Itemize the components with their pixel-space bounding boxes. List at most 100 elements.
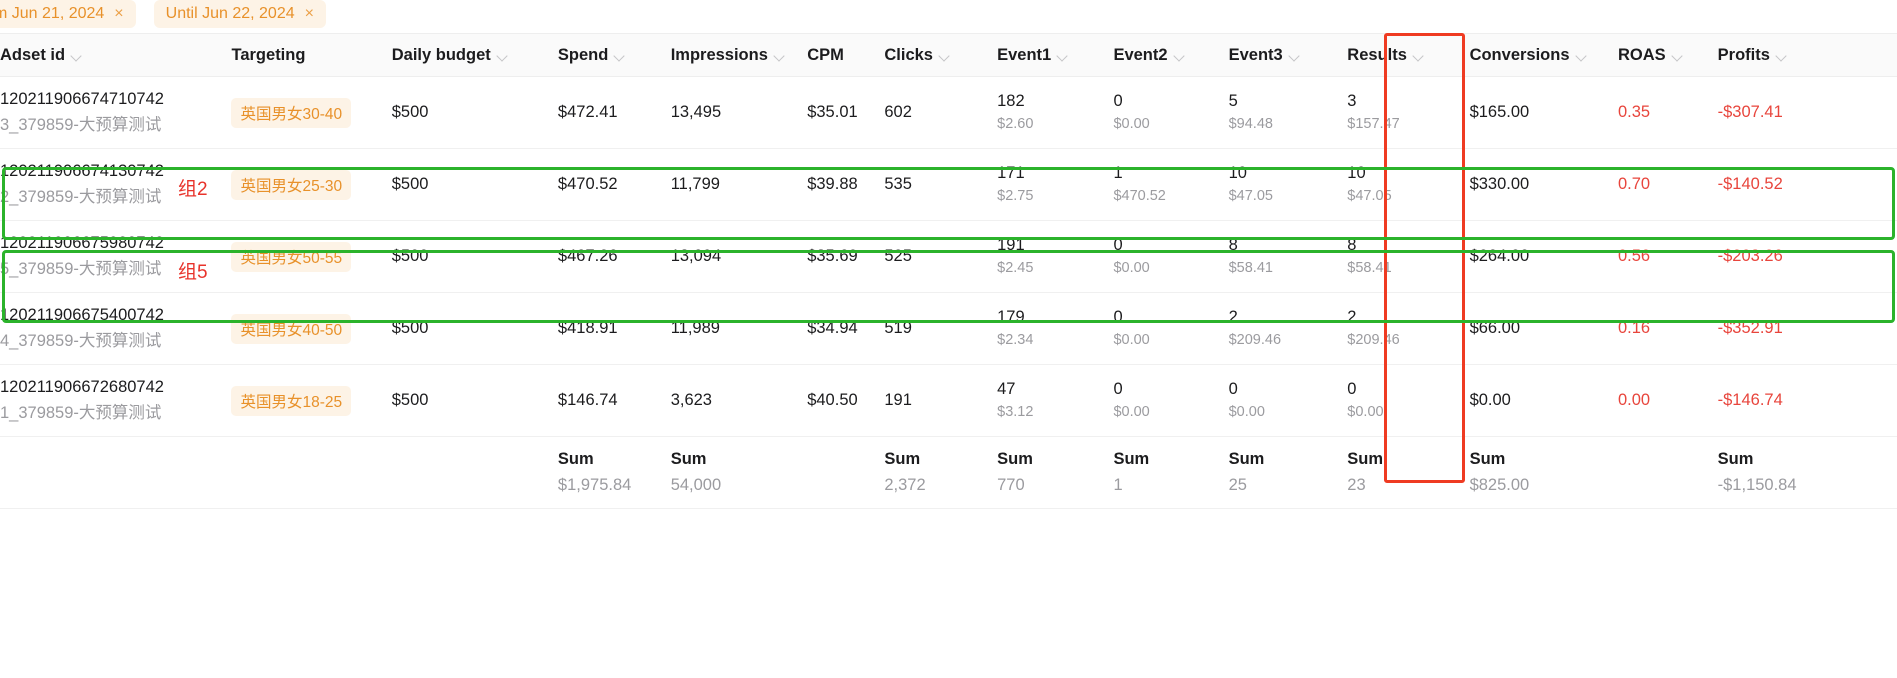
chip-from-date-label: m Jun 21, 2024 <box>0 0 104 28</box>
column-header-cpm[interactable]: CPM <box>807 34 884 77</box>
targeting-tag: 英国男女50-55 <box>231 242 351 272</box>
chevron-down-icon[interactable] <box>72 52 83 59</box>
cell-profits: -$352.91 <box>1718 293 1897 365</box>
column-header-event1[interactable]: Event1 <box>997 34 1113 77</box>
annotation-label-group5: 组5 <box>178 257 208 284</box>
column-header-spend[interactable]: Spend <box>558 34 671 77</box>
cell-event1: 47 $3.12 <box>997 365 1113 437</box>
cell-cpm: $35.01 <box>807 77 884 149</box>
cell-event3: 10 $47.05 <box>1229 149 1348 221</box>
cell-daily-budget: $500 <box>392 77 558 149</box>
cell-results: 0 $0.00 <box>1347 365 1469 437</box>
chevron-down-icon[interactable] <box>1058 52 1069 59</box>
column-header-profits[interactable]: Profits <box>1718 34 1897 77</box>
cell-adset-id: 120211906675400742 4_379859-大预算测试 <box>0 293 231 365</box>
cell-spend: $146.74 <box>558 365 671 437</box>
cell-conversions: $264.00 <box>1470 221 1618 293</box>
cell-event3: 5 $94.48 <box>1229 77 1348 149</box>
close-icon[interactable]: × <box>305 6 314 22</box>
cell-event1: 179 $2.34 <box>997 293 1113 365</box>
cell-roas: 0.56 <box>1618 221 1718 293</box>
cell-event1: 182 $2.60 <box>997 77 1113 149</box>
cell-cpm: $40.50 <box>807 365 884 437</box>
table-row[interactable]: 120211906675400742 4_379859-大预算测试 英国男女40… <box>0 293 1897 365</box>
column-label: Results <box>1347 46 1407 65</box>
column-header-targeting[interactable]: Targeting <box>231 34 391 77</box>
chip-until-date-label: Until Jun 22, 2024 <box>166 0 295 28</box>
column-label: Event3 <box>1229 46 1283 65</box>
column-label: Targeting <box>231 46 305 65</box>
chevron-down-icon[interactable] <box>775 52 786 59</box>
summary-cell-results: Sum 23 <box>1347 437 1469 509</box>
cell-conversions: $330.00 <box>1470 149 1618 221</box>
cell-clicks: 519 <box>884 293 997 365</box>
filter-chip-bar: m Jun 21, 2024 × Until Jun 22, 2024 × <box>0 0 1897 33</box>
cell-event2: 0 $0.00 <box>1113 293 1228 365</box>
summary-cell-cpm <box>807 437 884 509</box>
column-header-conversions[interactable]: Conversions <box>1470 34 1618 77</box>
cell-results: 8 $58.41 <box>1347 221 1469 293</box>
cell-event3: 8 $58.41 <box>1229 221 1348 293</box>
chevron-down-icon[interactable] <box>1673 52 1684 59</box>
cell-targeting: 英国男女40-50 <box>231 293 391 365</box>
column-header-event2[interactable]: Event2 <box>1113 34 1228 77</box>
cell-event1: 171 $2.75 <box>997 149 1113 221</box>
cell-impressions: 13,495 <box>671 77 808 149</box>
cell-cpm: $35.69 <box>807 221 884 293</box>
chevron-down-icon[interactable] <box>940 52 951 59</box>
cell-clicks: 535 <box>884 149 997 221</box>
cell-conversions: $0.00 <box>1470 365 1618 437</box>
adset-id-text: 120211906674710742 <box>0 89 231 110</box>
cell-impressions: 11,989 <box>671 293 808 365</box>
cell-profits: -$307.41 <box>1718 77 1897 149</box>
column-header-impressions[interactable]: Impressions <box>671 34 808 77</box>
cell-profits: -$140.52 <box>1718 149 1897 221</box>
report-table: Adset id Targeting Daily budget Spend Im… <box>0 33 1897 509</box>
chevron-down-icon[interactable] <box>498 52 509 59</box>
chevron-down-icon[interactable] <box>1290 52 1301 59</box>
cell-roas: 0.00 <box>1618 365 1718 437</box>
column-label: Impressions <box>671 46 768 65</box>
chevron-down-icon[interactable] <box>1175 52 1186 59</box>
summary-cell-event2: Sum 1 <box>1113 437 1228 509</box>
chevron-down-icon[interactable] <box>1777 52 1788 59</box>
summary-cell-daily-budget <box>392 437 558 509</box>
column-header-event3[interactable]: Event3 <box>1229 34 1348 77</box>
column-label: Profits <box>1718 46 1770 65</box>
column-label: Spend <box>558 46 608 65</box>
chip-from-date[interactable]: m Jun 21, 2024 × <box>0 0 136 28</box>
header-row: Adset id Targeting Daily budget Spend Im… <box>0 34 1897 77</box>
column-label: CPM <box>807 46 844 65</box>
column-header-roas[interactable]: ROAS <box>1618 34 1718 77</box>
targeting-tag: 英国男女40-50 <box>231 314 351 344</box>
column-header-results[interactable]: Results <box>1347 34 1469 77</box>
table-row[interactable]: 120211906675980742 5_379859-大预算测试 英国男女50… <box>0 221 1897 293</box>
cell-conversions: $165.00 <box>1470 77 1618 149</box>
summary-cell-event1: Sum 770 <box>997 437 1113 509</box>
column-header-adset-id[interactable]: Adset id <box>0 34 231 77</box>
cell-adset-id: 120211906672680742 1_379859-大预算测试 <box>0 365 231 437</box>
chevron-down-icon[interactable] <box>1577 52 1588 59</box>
cell-impressions: 13,094 <box>671 221 808 293</box>
column-header-daily-budget[interactable]: Daily budget <box>392 34 558 77</box>
targeting-tag: 英国男女18-25 <box>231 386 351 416</box>
chevron-down-icon[interactable] <box>615 52 626 59</box>
column-header-clicks[interactable]: Clicks <box>884 34 997 77</box>
summary-cell-targeting <box>231 437 391 509</box>
chevron-down-icon[interactable] <box>1414 52 1425 59</box>
cell-event2: 0 $0.00 <box>1113 365 1228 437</box>
close-icon[interactable]: × <box>114 6 123 22</box>
column-label: ROAS <box>1618 46 1666 65</box>
table-row[interactable]: 120211906672680742 1_379859-大预算测试 英国男女18… <box>0 365 1897 437</box>
chip-until-date[interactable]: Until Jun 22, 2024 × <box>154 0 326 28</box>
ads-report-page: m Jun 21, 2024 × Until Jun 22, 2024 × Ad… <box>0 0 1897 678</box>
summary-cell-adset-id <box>0 437 231 509</box>
cell-spend: $418.91 <box>558 293 671 365</box>
targeting-tag: 英国男女30-40 <box>231 98 351 128</box>
cell-spend: $470.52 <box>558 149 671 221</box>
table-row[interactable]: 120211906674130742 2_379859-大预算测试 英国男女25… <box>0 149 1897 221</box>
cell-clicks: 191 <box>884 365 997 437</box>
table-row[interactable]: 120211906674710742 3_379859-大预算测试 英国男女30… <box>0 77 1897 149</box>
cell-cpm: $34.94 <box>807 293 884 365</box>
column-label: Conversions <box>1470 46 1570 65</box>
